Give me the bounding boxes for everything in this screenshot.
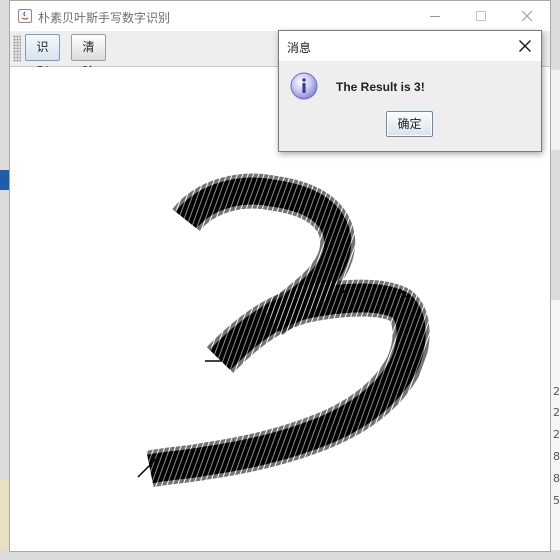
background-number: 22 [553, 428, 560, 441]
window-title: 朴素贝叶斯手写数字识别 [38, 11, 171, 25]
maximize-button[interactable] [458, 1, 504, 31]
background-window-edge [550, 300, 560, 550]
background-window-edge [550, 70, 560, 150]
background-number: 5 [553, 494, 560, 507]
background-number: 8 [553, 450, 560, 463]
close-button[interactable] [504, 1, 550, 31]
dialog-close-button[interactable] [517, 38, 533, 54]
ok-button[interactable]: 确定 [386, 111, 433, 137]
background-number: 8 [553, 472, 560, 485]
background-number: 24 [553, 385, 560, 398]
message-dialog: 消息 The Result is 3! 确定 [278, 30, 542, 152]
result-message: The Result is 3! [336, 80, 425, 94]
minimize-icon [430, 16, 440, 17]
background-window-edge [0, 170, 9, 190]
dialog-titlebar[interactable]: 消息 [279, 31, 541, 61]
dialog-title: 消息 [287, 41, 312, 55]
maximize-icon [476, 11, 486, 21]
info-icon [289, 71, 319, 104]
background-window-edge [0, 480, 9, 550]
clear-button[interactable]: 清除 [71, 34, 106, 79]
toolbar-grip[interactable] [13, 35, 21, 62]
background-number: 24 [553, 406, 560, 419]
minimize-button[interactable] [412, 1, 458, 31]
recognize-button[interactable]: 识别 [25, 34, 60, 79]
close-icon [519, 40, 531, 52]
java-app-icon [18, 9, 32, 23]
window-titlebar[interactable]: 朴素贝叶斯手写数字识别 [10, 1, 550, 31]
close-icon [521, 10, 533, 22]
